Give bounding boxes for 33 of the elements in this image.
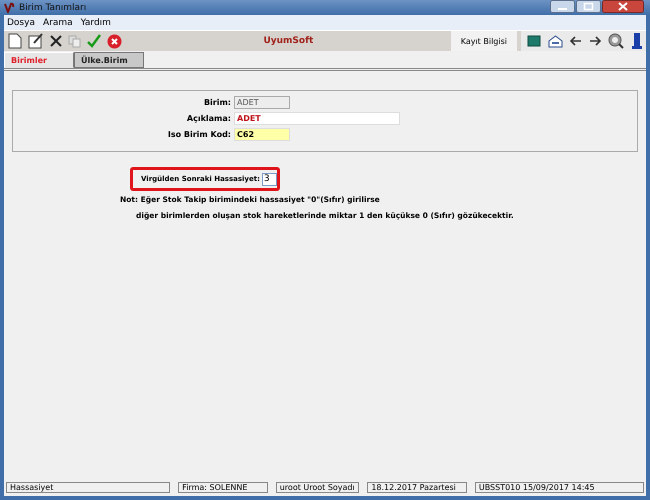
right-arrow-icon[interactable] — [589, 36, 601, 46]
tab[interactable]: Birimler — [4, 52, 74, 68]
input-field[interactable]: ADET — [234, 112, 400, 124]
status-field: UBSST010 15/09/2017 14:45 — [474, 482, 644, 492]
checkmark-icon[interactable] — [87, 34, 101, 48]
new-document-icon[interactable] — [8, 33, 22, 49]
maximize-icon[interactable] — [576, 0, 601, 13]
tab[interactable]: Ülke.Birim — [74, 52, 144, 68]
close-icon[interactable] — [602, 0, 644, 13]
left-arrow-icon[interactable] — [570, 36, 582, 46]
status-field: 18.12.2017 Pazartesi — [367, 482, 467, 492]
status-field: Firma: SOLENNE — [178, 482, 268, 492]
cancel-icon[interactable] — [107, 34, 122, 48]
status-field: Hassasiyet — [6, 482, 170, 492]
input-field[interactable]: C62 — [234, 128, 290, 140]
menu-item[interactable]: Yardım — [80, 18, 111, 28]
record-info-button[interactable]: Kayıt Bilgisi — [450, 31, 517, 51]
input-field[interactable]: ADET — [234, 96, 290, 108]
field-label: Iso Birim Kod: — [166, 130, 232, 138]
minimize-icon[interactable] — [550, 0, 575, 13]
field-label: Birim: — [202, 98, 232, 106]
window-title: Birim Tanımları — [19, 2, 86, 12]
delete-icon[interactable] — [50, 35, 62, 47]
status-field: uroot Uroot Soyadı — [276, 482, 360, 492]
brand-label: UyumSoft — [262, 36, 314, 46]
monitor-icon[interactable] — [527, 35, 541, 47]
app-logo-icon — [4, 2, 15, 13]
menu-item[interactable]: Dosya — [7, 18, 35, 28]
menu-item[interactable]: Arama — [42, 18, 73, 28]
input-field[interactable]: 3 — [262, 172, 277, 186]
magnifier-icon[interactable] — [608, 33, 624, 49]
field-label: Açıklama: — [186, 114, 232, 122]
edit-document-icon[interactable] — [28, 33, 44, 49]
